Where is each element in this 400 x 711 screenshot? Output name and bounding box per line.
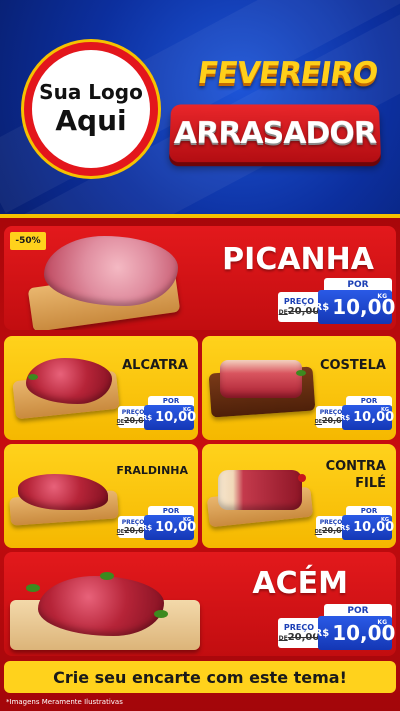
price-old-prefix: DE: [314, 530, 322, 535]
price-tag: POR PREÇO DE20,00 R$ 10,00 KG: [116, 396, 196, 430]
price-old-prefix: DE: [116, 420, 124, 425]
herb-decor: [26, 584, 40, 592]
price-currency: R$: [339, 413, 351, 422]
price-old: DE20,00: [279, 632, 320, 643]
price-currency: R$: [314, 301, 330, 313]
meat-image-acem: [38, 576, 164, 636]
meat-image-contra-file: [218, 470, 302, 510]
product-name: ALCATRA: [122, 358, 188, 373]
price-currency: R$: [339, 523, 351, 532]
price-preco-label: PREÇO: [283, 297, 315, 306]
product-name: CONTRA FILÉ: [325, 459, 386, 491]
price-new-box: R$ 10,00 KG: [339, 405, 394, 430]
product-name: COSTELA: [319, 358, 386, 373]
price-old-prefix: DE: [116, 530, 124, 535]
title-arrasador-box: ARRASADOR: [168, 104, 382, 163]
price-tag: POR PREÇO DE20,00 R$ 10,00 KG: [116, 506, 196, 540]
meat-image-costela: [220, 360, 302, 398]
meat-image-picanha: [44, 236, 178, 306]
price-currency: R$: [141, 523, 153, 532]
herb-decor: [296, 370, 306, 376]
product-name: ACÉM: [252, 566, 348, 601]
price-unit: KG: [381, 407, 389, 413]
price-unit: KG: [377, 293, 387, 300]
logo-placeholder: Sua Logo Aqui: [24, 42, 158, 176]
cta-banner-text: Crie seu encarte com este tema!: [53, 667, 347, 687]
price-tag: POR PREÇO DE20,00 R$ 10,00 KG: [278, 278, 395, 324]
price-currency: R$: [141, 413, 153, 422]
logo-text-line1: Sua Logo: [39, 80, 143, 104]
price-currency: R$: [314, 627, 330, 639]
offers-area: -50% PICANHA POR PREÇO DE20,00 R$ 10,00 …: [0, 214, 400, 711]
price-old: DE20,00: [279, 306, 320, 317]
title-arrasador: ARRASADOR: [173, 115, 377, 151]
meat-image-fraldinha: [18, 474, 108, 510]
product-card-picanha: -50% PICANHA POR PREÇO DE20,00 R$ 10,00 …: [4, 226, 396, 330]
herb-decor: [28, 374, 38, 380]
product-card-costela: COSTELA POR PREÇO DE20,00 R$ 10,00 KG: [202, 336, 396, 440]
disclaimer: *Imagens Meramente Ilustrativas: [6, 698, 123, 706]
title-fevereiro: FEVEREIRO: [195, 56, 380, 91]
product-card-acem: ACÉM POR PREÇO DE20,00 R$ 10,00 KG: [4, 552, 396, 656]
meat-image-alcatra: [26, 358, 112, 404]
price-old-prefix: DE: [278, 635, 288, 642]
price-old-prefix: DE: [314, 420, 322, 425]
herb-decor: [154, 610, 168, 618]
herb-decor: [100, 572, 114, 580]
product-card-fraldinha: FRALDINHA POR PREÇO DE20,00 R$ 10,00 KG: [4, 444, 198, 548]
price-tag: POR PREÇO DE20,00 R$ 10,00 KG: [278, 604, 395, 650]
product-name: FRALDINHA: [116, 464, 188, 477]
product-card-contra-file: CONTRA FILÉ POR PREÇO DE20,00 R$ 10,00 K…: [202, 444, 396, 548]
price-old-prefix: DE: [278, 309, 288, 316]
product-card-alcatra: ALCATRA POR PREÇO DE20,00 R$ 10,00 KG: [4, 336, 198, 440]
price-unit: KG: [183, 517, 191, 523]
price-unit: KG: [377, 619, 387, 626]
price-unit: KG: [183, 407, 191, 413]
header: Sua Logo Aqui FEVEREIRO ARRASADOR: [0, 0, 400, 214]
price-tag: POR PREÇO DE20,00 R$ 10,00 KG: [314, 506, 394, 540]
price-new-box: R$ 10,00 KG: [314, 290, 395, 324]
price-unit: KG: [381, 517, 389, 523]
product-name: PICANHA: [222, 242, 374, 277]
price-new-box: R$ 10,00 KG: [141, 405, 196, 430]
price-preco-label: PREÇO: [283, 623, 315, 632]
tomato-decor: [298, 474, 306, 482]
cta-banner: Crie seu encarte com este tema!: [4, 661, 396, 693]
discount-badge: -50%: [10, 232, 46, 250]
price-new-box: R$ 10,00 KG: [339, 515, 394, 540]
price-new-box: R$ 10,00 KG: [314, 616, 395, 650]
price-new-box: R$ 10,00 KG: [141, 515, 196, 540]
logo-text-line2: Aqui: [55, 104, 127, 137]
price-tag: POR PREÇO DE20,00 R$ 10,00 KG: [314, 396, 394, 430]
